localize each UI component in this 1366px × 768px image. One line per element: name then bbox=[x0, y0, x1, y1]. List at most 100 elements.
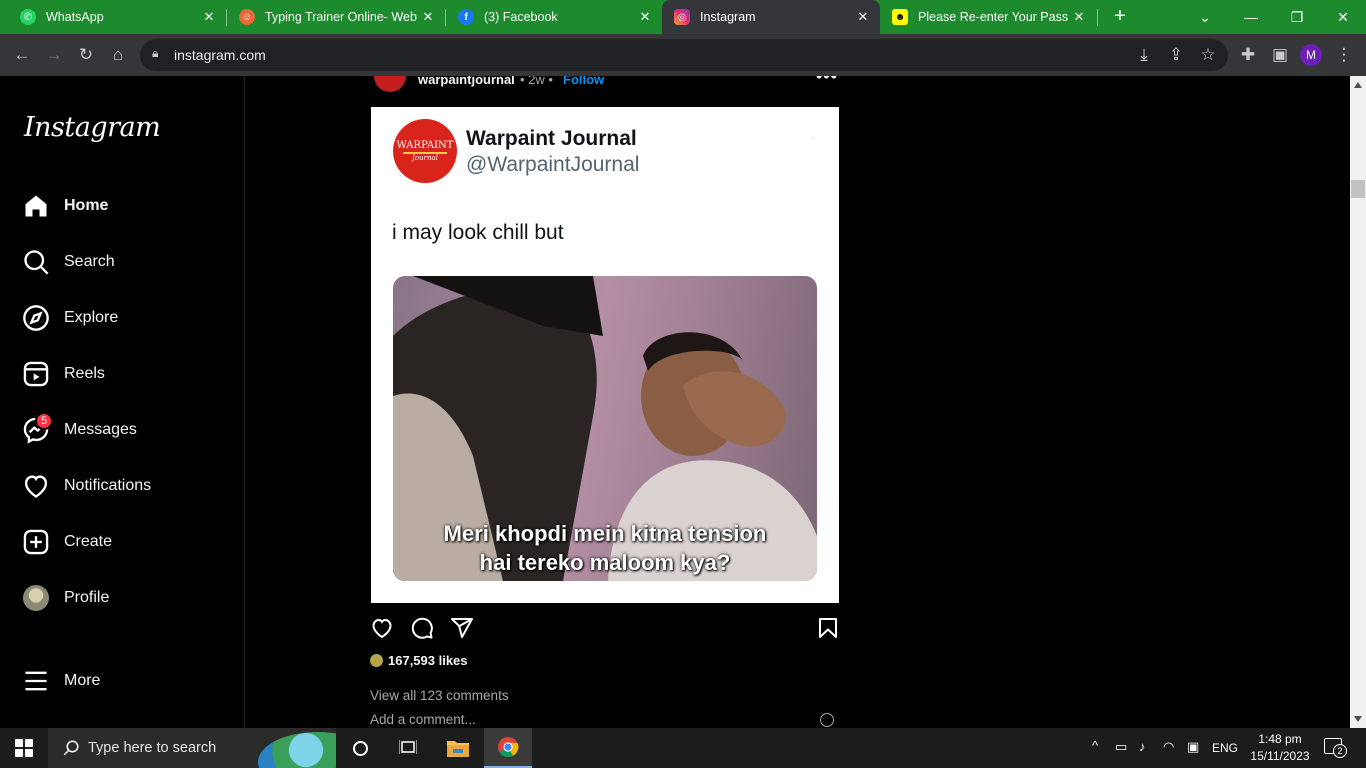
wifi-icon[interactable]: ◠ bbox=[1163, 739, 1174, 755]
scroll-down-arrow-icon[interactable] bbox=[1354, 716, 1362, 722]
post-image[interactable]: WARPAINT Journal Warpaint Journal @Warpa… bbox=[371, 107, 839, 603]
tweet-author-avatar: WARPAINT Journal bbox=[393, 119, 457, 183]
minimize-button[interactable]: — bbox=[1228, 0, 1274, 34]
clock-time: 1:48 pm bbox=[1258, 732, 1302, 746]
sidebar-item-search[interactable]: Search bbox=[22, 242, 222, 282]
sidebar-item-messages[interactable]: 5 Messages bbox=[22, 410, 222, 450]
chrome-taskbar-button[interactable] bbox=[484, 728, 532, 768]
tab-label: Typing Trainer Online- Web bbox=[265, 10, 417, 24]
close-window-button[interactable]: ✕ bbox=[1320, 0, 1366, 34]
like-heart-icon[interactable] bbox=[370, 616, 394, 640]
tab-search-button[interactable]: ⌄ bbox=[1182, 0, 1228, 34]
forward-icon[interactable]: → bbox=[42, 43, 66, 67]
url-text[interactable]: instagram.com bbox=[174, 47, 266, 63]
tab-facebook[interactable]: f (3) Facebook ✕ bbox=[446, 0, 662, 34]
add-comment-input[interactable]: Add a comment... bbox=[370, 712, 836, 727]
bookmark-star-icon[interactable]: ☆ bbox=[1196, 43, 1220, 67]
reload-icon[interactable]: ↻ bbox=[74, 43, 98, 67]
sidebar-item-explore[interactable]: Explore bbox=[22, 298, 222, 338]
post-header: warpaintjournal • 2w • Follow ••• bbox=[370, 76, 840, 94]
post-username[interactable]: warpaintjournal bbox=[418, 76, 515, 87]
post-author-avatar[interactable] bbox=[374, 76, 406, 92]
close-icon[interactable]: ✕ bbox=[634, 9, 656, 25]
sidebar-item-label: Search bbox=[64, 253, 115, 270]
view-all-comments-link[interactable]: View all 123 comments bbox=[370, 688, 509, 703]
notification-count-badge: 2 bbox=[1333, 744, 1347, 758]
close-icon[interactable]: ✕ bbox=[1068, 9, 1090, 25]
volume-icon[interactable]: ♪ bbox=[1139, 739, 1146, 754]
sidebar-item-home[interactable]: Home bbox=[22, 186, 222, 226]
heart-icon bbox=[22, 472, 50, 500]
tab-whatsapp[interactable]: ✆ WhatsApp ✕ bbox=[8, 0, 226, 34]
likes-count[interactable]: 167,593 likes bbox=[370, 653, 468, 668]
task-view-button[interactable] bbox=[384, 728, 432, 768]
sidebar-item-label: Reels bbox=[64, 365, 105, 382]
sidebar-item-create[interactable]: Create bbox=[22, 522, 222, 562]
file-explorer-button[interactable] bbox=[434, 728, 482, 768]
tab-snapchat[interactable]: ☻ Please Re-enter Your Passwo ✕ bbox=[880, 0, 1096, 34]
chevron-up-icon[interactable]: ^ bbox=[1092, 738, 1098, 753]
clock-date: 15/11/2023 bbox=[1250, 749, 1310, 763]
post-options-icon[interactable]: ••• bbox=[816, 76, 838, 87]
language-indicator[interactable]: ENG bbox=[1212, 741, 1238, 755]
home-button-icon[interactable]: ⌂ bbox=[106, 43, 130, 67]
menu-dots-icon[interactable]: ⋮ bbox=[1332, 43, 1356, 67]
tweet-text: i may look chill but bbox=[392, 221, 564, 244]
messages-badge: 5 bbox=[35, 412, 53, 430]
scrollbar-thumb[interactable] bbox=[1351, 180, 1365, 198]
comment-icon[interactable] bbox=[410, 616, 434, 640]
side-panel-icon[interactable]: ▣ bbox=[1268, 43, 1292, 67]
create-icon bbox=[22, 528, 50, 556]
emoji-icon[interactable] bbox=[820, 713, 834, 727]
tab-instagram[interactable]: ◎ Instagram ✕ bbox=[662, 0, 880, 34]
save-bookmark-icon[interactable] bbox=[816, 616, 840, 640]
clock[interactable]: 1:48 pm 15/11/2023 bbox=[1240, 731, 1320, 765]
avatar bbox=[23, 585, 49, 611]
meet-now-icon[interactable]: ▣ bbox=[1187, 739, 1199, 755]
meme-caption-line: Meri khopdi mein kitna tension bbox=[443, 521, 767, 546]
home-icon bbox=[22, 192, 50, 220]
post-actions bbox=[370, 616, 840, 646]
close-icon[interactable]: ✕ bbox=[198, 9, 220, 25]
folder-icon bbox=[447, 741, 469, 757]
reels-icon bbox=[22, 360, 50, 388]
page-scrollbar[interactable] bbox=[1350, 76, 1366, 728]
sidebar-item-label: Explore bbox=[64, 309, 119, 326]
sidebar-item-notifications[interactable]: Notifications bbox=[22, 466, 222, 506]
cortana-icon bbox=[352, 740, 368, 756]
notification-center-icon[interactable]: 2 bbox=[1324, 738, 1347, 758]
cortana-button[interactable] bbox=[336, 728, 384, 768]
sidebar-item-label: Messages bbox=[64, 421, 137, 438]
close-icon[interactable]: ✕ bbox=[417, 9, 439, 25]
browser-profile-avatar[interactable]: M bbox=[1300, 44, 1322, 66]
tab-typing-trainer[interactable]: ☺ Typing Trainer Online- Web ✕ bbox=[227, 0, 445, 34]
extensions-icon[interactable]: ✚ bbox=[1236, 43, 1260, 67]
meme-caption: Meri khopdi mein kitna tension hai terek… bbox=[393, 519, 817, 577]
taskbar-search-box[interactable]: Type here to search bbox=[48, 728, 336, 768]
restore-button[interactable]: ❐ bbox=[1274, 0, 1320, 34]
sidebar-item-more[interactable]: More bbox=[22, 661, 222, 701]
scroll-up-arrow-icon[interactable] bbox=[1354, 82, 1362, 88]
share-icon[interactable]: ⇪ bbox=[1164, 43, 1188, 67]
profile-avatar bbox=[22, 584, 50, 612]
search-highlight-image bbox=[258, 732, 336, 768]
close-icon[interactable]: ✕ bbox=[852, 9, 874, 25]
share-direct-icon[interactable] bbox=[450, 616, 474, 640]
instagram-logo[interactable]: Instagram bbox=[24, 112, 161, 143]
messenger-icon: 5 bbox=[22, 412, 53, 444]
sidebar-item-profile[interactable]: Profile bbox=[22, 578, 222, 618]
chrome-icon bbox=[498, 737, 519, 758]
address-bar[interactable]: 🔒︎ instagram.com ⤓ ⇪ ☆ bbox=[140, 39, 1228, 71]
windows-start-button[interactable] bbox=[0, 728, 48, 768]
install-icon[interactable]: ⤓ bbox=[1132, 43, 1156, 67]
likes-text: 167,593 likes bbox=[388, 653, 468, 668]
follow-button[interactable]: Follow bbox=[563, 76, 604, 87]
back-icon[interactable]: ← bbox=[10, 43, 34, 67]
battery-icon[interactable]: ▭ bbox=[1115, 739, 1127, 755]
new-tab-button[interactable]: + bbox=[1108, 5, 1132, 29]
sidebar-item-label: More bbox=[64, 672, 101, 689]
browser-toolbar: ← → ↻ ⌂ 🔒︎ instagram.com ⤓ ⇪ ☆ ✚ ▣ M ⋮ bbox=[0, 34, 1366, 76]
snapchat-icon: ☻ bbox=[892, 9, 908, 25]
sidebar-item-reels[interactable]: Reels bbox=[22, 354, 222, 394]
taskbar-search-placeholder: Type here to search bbox=[88, 740, 217, 756]
